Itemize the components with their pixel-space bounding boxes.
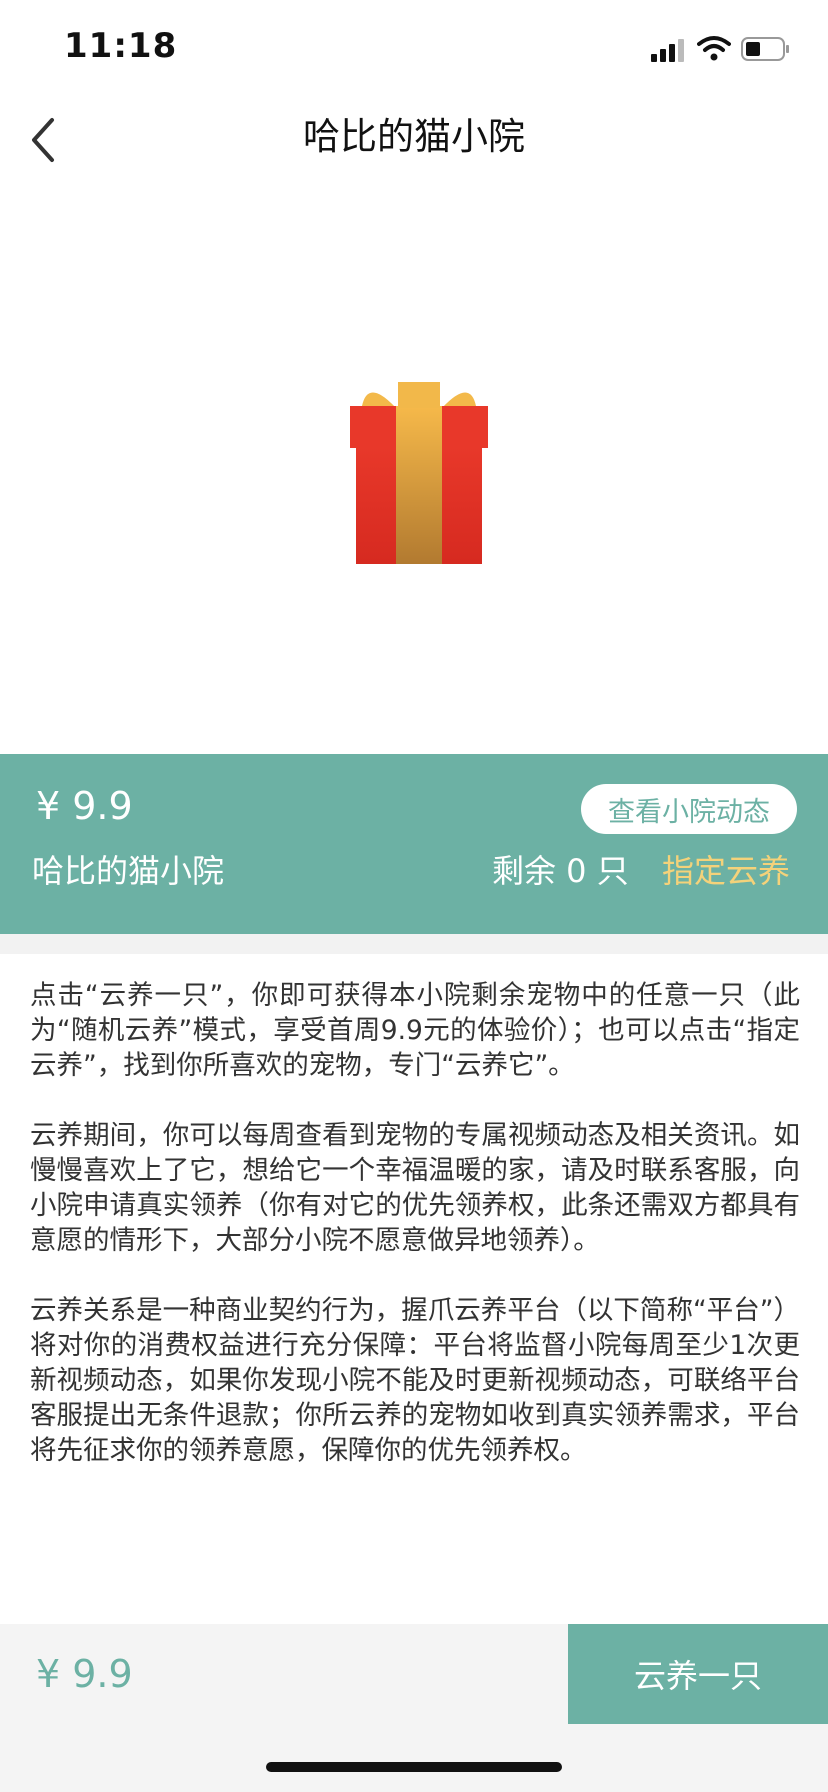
nav-bar: 哈比的猫小院 [0, 100, 828, 200]
description-paragraph: 云养期间，你可以每周查看到宠物的专属视频动态及相关资讯。如慢慢喜欢上了它，想给它… [30, 1120, 800, 1256]
page-title: 哈比的猫小院 [303, 115, 525, 158]
wifi-icon [697, 36, 731, 61]
description-paragraph: 云养关系是一种商业契约行为，握爪云养平台（以下简称“平台”）将对你的消费权益进行… [30, 1295, 800, 1466]
signal-icon [651, 38, 687, 62]
bottom-bar: ¥ 9.9 云养一只 [0, 1624, 828, 1724]
gift-icon [350, 382, 488, 564]
remaining-count: 剩余 0 只 [492, 852, 629, 890]
description: 点击“云养一只”，你即可获得本小院剩余宠物中的任意一只（此为“随机云养”模式，享… [30, 978, 800, 1503]
status-bar: 11:18 [0, 0, 828, 100]
description-paragraph: 点击“云养一只”，你即可获得本小院剩余宠物中的任意一只（此为“随机云养”模式，享… [30, 980, 800, 1081]
view-yard-updates-button[interactable]: 查看小院动态 [581, 784, 797, 834]
status-time: 11:18 [64, 26, 178, 66]
adopt-one-button[interactable]: 云养一只 [568, 1624, 828, 1724]
yard-name: 哈比的猫小院 [32, 852, 225, 890]
assign-adopt-link[interactable]: 指定云养 [662, 846, 790, 892]
safe-area [0, 1724, 828, 1792]
battery-icon [741, 37, 789, 61]
bottom-price: ¥ 9.9 [36, 1652, 133, 1696]
hero-image-area [0, 200, 828, 754]
section-divider [0, 934, 828, 954]
yard-info-panel: ¥ 9.9 哈比的猫小院 查看小院动态 剩余 0 只 指定云养 [0, 754, 828, 934]
home-indicator [266, 1762, 562, 1772]
price-label: ¥ 9.9 [36, 784, 133, 828]
